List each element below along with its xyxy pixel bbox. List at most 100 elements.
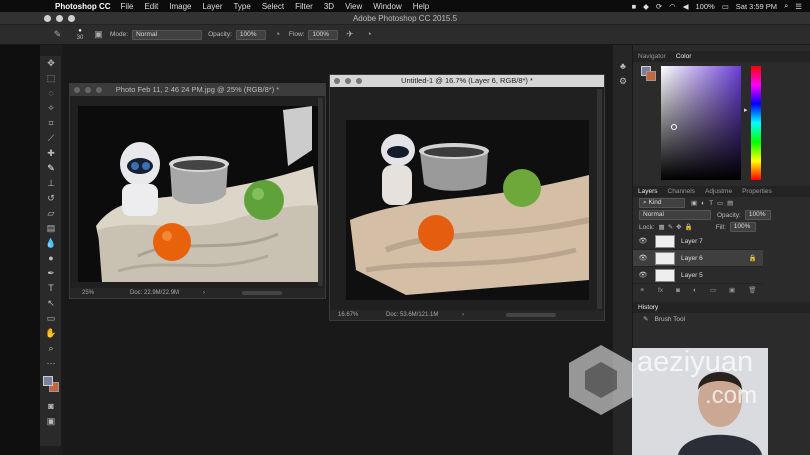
battery-icon[interactable]: ▭	[722, 2, 729, 11]
photo-doc-zoom[interactable]: 25%	[82, 288, 94, 298]
untitled-doc-close-button[interactable]	[334, 78, 340, 84]
app-menu[interactable]: Photoshop CC	[55, 2, 111, 11]
color-saturation-field[interactable]	[661, 66, 741, 180]
tab-channels[interactable]: Channels	[663, 188, 700, 195]
menu-layer[interactable]: Layer	[202, 2, 222, 11]
tab-navigator[interactable]: Navigator	[633, 53, 671, 60]
layer-kind-filter[interactable]: ⌕ Kind	[639, 198, 685, 208]
zoom-tool-icon[interactable]: ⌕	[40, 341, 62, 356]
shape-tool-icon[interactable]: ▭	[40, 311, 62, 326]
volume-icon[interactable]: ◀	[683, 2, 689, 11]
blend-mode-select[interactable]: Normal	[639, 210, 711, 220]
brush-panel-icon[interactable]: ▣	[93, 29, 104, 40]
list-icon[interactable]: ☰	[795, 2, 802, 11]
visibility-eye-icon[interactable]: 👁	[637, 271, 649, 279]
new-group-icon[interactable]: ▭	[710, 286, 716, 294]
brush-preset-picker[interactable]: ● 30	[73, 28, 87, 42]
clock[interactable]: Sat 3:59 PM	[736, 2, 777, 11]
foreground-color-swatch[interactable]	[43, 376, 53, 386]
crop-tool-icon[interactable]: ⌗	[40, 116, 62, 131]
eyedropper-tool-icon[interactable]: ⟋	[40, 131, 62, 146]
untitled-doc-titlebar[interactable]: Untitled-1 @ 16.7% (Layer 6, RGB/8*) *	[330, 75, 604, 87]
tab-layers[interactable]: Layers	[633, 188, 663, 195]
blur-tool-icon[interactable]: 💧	[40, 236, 62, 251]
hue-slider-arrow-icon[interactable]: ▸	[744, 106, 748, 114]
airbrush-icon[interactable]: ✈	[344, 29, 355, 40]
layer-mask-icon[interactable]: ◙	[676, 287, 680, 294]
new-layer-icon[interactable]: ▣	[729, 286, 735, 294]
menu-type[interactable]: Type	[233, 2, 250, 11]
quick-select-tool-icon[interactable]: ✧	[40, 101, 62, 116]
more-tools-icon[interactable]: ···	[40, 356, 62, 371]
history-brush-tool-icon[interactable]: ↺	[40, 191, 62, 206]
menu-select[interactable]: Select	[262, 2, 284, 11]
history-item[interactable]: ✎ Brush Tool	[633, 313, 810, 325]
layer-row[interactable]: 👁 Layer 7	[633, 233, 763, 250]
tab-history[interactable]: History	[633, 304, 663, 311]
photo-doc-vertical-scrollbar[interactable]	[318, 98, 323, 286]
wifi-icon[interactable]: ◠	[669, 2, 676, 11]
hand-tool-icon[interactable]: ✋	[40, 326, 62, 341]
dodge-tool-icon[interactable]: ●	[40, 251, 62, 266]
photo-doc-minimize-button[interactable]	[85, 87, 91, 93]
pressure-size-icon[interactable]: ◔	[363, 29, 374, 40]
layer-name[interactable]: Layer 7	[681, 238, 703, 245]
menu-image[interactable]: Image	[169, 2, 191, 11]
photo-canvas[interactable]	[78, 106, 320, 282]
lasso-tool-icon[interactable]: ◌	[40, 86, 62, 101]
sync-icon[interactable]: ⟳	[656, 2, 662, 11]
layer-opacity-field[interactable]: 100%	[744, 210, 771, 220]
type-tool-icon[interactable]: T	[40, 281, 62, 296]
link-layers-icon[interactable]: ⚭	[640, 286, 645, 294]
screen-mode-icon[interactable]: ▣	[40, 414, 62, 429]
lock-icons[interactable]: ▦✎✥🔒	[659, 223, 696, 231]
menu-file[interactable]: File	[121, 2, 134, 11]
untitled-doc-zoom-button[interactable]	[356, 78, 362, 84]
flow-field[interactable]: 100%	[308, 29, 339, 40]
layer-filter-icons[interactable]: ▣◐T▭▤	[691, 199, 737, 207]
layer-row-selected[interactable]: 👁 Layer 6 🔒	[633, 250, 763, 267]
visibility-eye-icon[interactable]: 👁	[637, 237, 649, 245]
untitled-doc-horizontal-scrollbar[interactable]	[506, 313, 556, 317]
untitled-doc-zoom[interactable]: 16.67%	[338, 310, 358, 320]
gradient-tool-icon[interactable]: ▤	[40, 221, 62, 236]
quick-mask-icon[interactable]: ◙	[40, 399, 62, 414]
hue-slider[interactable]	[751, 66, 761, 180]
brush-icon[interactable]: ✎	[52, 29, 63, 40]
delete-layer-icon[interactable]: 🗑	[748, 286, 756, 294]
untitled-doc-minimize-button[interactable]	[345, 78, 351, 84]
adjustments-icon[interactable]: ⚙	[613, 74, 633, 89]
pen-tool-icon[interactable]: ✒	[40, 266, 62, 281]
path-select-tool-icon[interactable]: ↖	[40, 296, 62, 311]
pressure-opacity-icon[interactable]: ◔	[272, 29, 283, 40]
layer-fill-field[interactable]: 100%	[729, 222, 756, 232]
healing-tool-icon[interactable]: ✚	[40, 146, 62, 161]
dropbox-icon[interactable]: ◆	[643, 2, 649, 11]
menu-window[interactable]: Window	[373, 2, 401, 11]
photo-doc-zoom-button[interactable]	[96, 87, 102, 93]
opacity-field[interactable]: 100%	[235, 29, 266, 40]
painting-canvas[interactable]	[346, 120, 589, 300]
battery-label[interactable]: 100%	[696, 2, 715, 11]
menu-3d[interactable]: 3D	[324, 2, 334, 11]
menu-view[interactable]: View	[345, 2, 362, 11]
color-picker-cursor[interactable]	[671, 124, 677, 130]
photo-doc-close-button[interactable]	[74, 87, 80, 93]
menu-filter[interactable]: Filter	[295, 2, 313, 11]
eraser-tool-icon[interactable]: ▱	[40, 206, 62, 221]
adjustment-layer-icon[interactable]: ◐	[693, 287, 697, 294]
photo-doc-titlebar[interactable]: Photo Feb 11, 2 46 24 PM.jpg @ 25% (RGB/…	[70, 84, 325, 96]
layer-name[interactable]: Layer 6	[681, 255, 703, 262]
move-tool-icon[interactable]: ✥	[40, 56, 62, 71]
marquee-tool-icon[interactable]: ⬚	[40, 71, 62, 86]
search-icon[interactable]: ⌕	[784, 1, 788, 11]
camera-icon[interactable]: ■	[632, 2, 637, 11]
photo-doc-horizontal-scrollbar[interactable]	[242, 291, 282, 295]
menu-edit[interactable]: Edit	[144, 2, 158, 11]
menu-help[interactable]: Help	[413, 2, 429, 11]
tab-color[interactable]: Color	[671, 53, 697, 60]
visibility-eye-icon[interactable]: 👁	[637, 254, 649, 262]
photo-doc-status-arrow-icon[interactable]: ›	[203, 288, 205, 298]
untitled-doc-status-arrow-icon[interactable]: ›	[462, 310, 464, 320]
layer-row[interactable]: 👁 Layer 5	[633, 267, 763, 284]
